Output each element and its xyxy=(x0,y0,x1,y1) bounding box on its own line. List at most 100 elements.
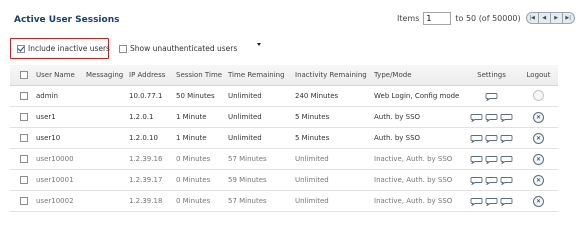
speech-bubble-icon[interactable] xyxy=(470,134,483,143)
row-checkbox[interactable] xyxy=(20,134,28,142)
speech-bubble-icon[interactable] xyxy=(485,155,498,164)
user-name-cell: user10002 xyxy=(34,190,84,212)
close-circle-icon[interactable]: ✕ xyxy=(533,195,544,207)
row-checkbox[interactable] xyxy=(20,92,28,100)
col-user-name[interactable]: User Name xyxy=(34,65,84,86)
prev-page-button[interactable]: ◀ xyxy=(539,13,551,23)
row-select-cell xyxy=(10,85,34,107)
speech-bubble-icon[interactable] xyxy=(485,176,498,185)
col-ip-address[interactable]: IP Address xyxy=(127,65,174,86)
row-select-cell xyxy=(10,106,34,128)
show-unauthenticated-option[interactable]: Show unauthenticated users xyxy=(119,44,237,53)
col-logout: Logout xyxy=(519,65,558,86)
sessions-table: User Name Messaging IP Address Session T… xyxy=(10,65,558,212)
settings-cell xyxy=(464,106,519,128)
row-checkbox[interactable] xyxy=(20,113,28,121)
table-row: admin 10.0.77.1 50 Minutes Unlimited 240 Min… xyxy=(10,85,558,107)
time-remaining-cell: Unlimited xyxy=(226,127,293,149)
settings-cell xyxy=(464,127,519,149)
type-mode-cell: Inactive, Auth. by SSO xyxy=(372,148,464,170)
first-page-button[interactable]: |◀ xyxy=(527,13,539,23)
messaging-cell xyxy=(84,127,127,149)
col-inactivity-remaining[interactable]: Inactivity Remaining xyxy=(293,65,372,86)
speech-bubble-icon[interactable] xyxy=(485,134,498,143)
pager-start-input[interactable] xyxy=(423,11,452,25)
time-remaining-cell: Unlimited xyxy=(226,106,293,128)
type-mode-cell: Web Login, Config mode xyxy=(372,85,464,107)
panel-title: Active User Sessions xyxy=(14,15,120,25)
show-unauthenticated-label: Show unauthenticated users xyxy=(130,44,238,53)
show-unauthenticated-checkbox[interactable] xyxy=(119,44,127,53)
logout-cell: ✕ xyxy=(519,127,558,149)
inactivity-remaining-cell: Unlimited xyxy=(293,148,372,170)
speech-bubble-icon[interactable] xyxy=(500,134,513,143)
settings-cell xyxy=(464,148,519,170)
ip-address-cell: 1.2.39.16 xyxy=(127,148,174,170)
close-circle-icon xyxy=(533,89,544,101)
speech-bubble-icon[interactable] xyxy=(500,176,513,185)
type-mode-cell: Inactive, Auth. by SSO xyxy=(372,169,464,191)
settings-cell xyxy=(464,85,519,107)
close-circle-icon[interactable]: ✕ xyxy=(533,132,544,144)
row-select-cell xyxy=(10,148,34,170)
table-header-row: User Name Messaging IP Address Session T… xyxy=(10,65,558,86)
col-time-remaining[interactable]: Time Remaining xyxy=(226,65,293,86)
speech-bubble-icon[interactable] xyxy=(500,113,513,122)
last-page-button[interactable]: ▶| xyxy=(563,13,574,23)
session-time-cell: 0 Minutes xyxy=(174,190,226,212)
user-name-cell: admin xyxy=(34,85,84,107)
messaging-cell xyxy=(84,169,127,191)
table-row: user10002 1.2.39.18 0 Minutes 57 Minutes Unl… xyxy=(10,190,558,212)
col-session-time[interactable]: Session Time xyxy=(174,65,226,86)
messaging-cell xyxy=(84,106,127,128)
caret-icon xyxy=(257,43,261,46)
settings-cell xyxy=(464,169,519,191)
logout-cell: ✕ xyxy=(519,190,558,212)
logout-cell: ✕ xyxy=(519,148,558,170)
session-time-cell: 0 Minutes xyxy=(174,148,226,170)
row-checkbox[interactable] xyxy=(20,155,28,163)
time-remaining-cell: 57 Minutes xyxy=(226,190,293,212)
speech-bubble-icon[interactable] xyxy=(485,92,498,101)
user-name-cell: user1 xyxy=(34,106,84,128)
pager-items-label: Items xyxy=(397,13,420,23)
row-checkbox[interactable] xyxy=(20,176,28,184)
table-row: user10001 1.2.39.17 0 Minutes 59 Minutes Unl… xyxy=(10,169,558,191)
ip-address-cell: 1.2.0.10 xyxy=(127,127,174,149)
speech-bubble-icon[interactable] xyxy=(470,155,483,164)
select-all-cell xyxy=(10,65,34,86)
close-circle-icon[interactable]: ✕ xyxy=(533,174,544,186)
row-select-cell xyxy=(10,127,34,149)
logout-cell: ✕ xyxy=(519,169,558,191)
close-circle-icon[interactable]: ✕ xyxy=(533,153,544,165)
select-all-checkbox[interactable] xyxy=(20,71,28,79)
pager-buttons: |◀ ◀ ▶ ▶| xyxy=(525,12,575,24)
messaging-cell xyxy=(84,85,127,107)
col-type-mode[interactable]: Type/Mode xyxy=(372,65,464,86)
speech-bubble-icon[interactable] xyxy=(500,197,513,206)
user-name-cell: user10001 xyxy=(34,169,84,191)
logout-cell xyxy=(519,85,558,107)
speech-bubble-icon[interactable] xyxy=(470,197,483,206)
ip-address-cell: 1.2.0.1 xyxy=(127,106,174,128)
close-circle-icon[interactable]: ✕ xyxy=(533,111,544,123)
include-inactive-option[interactable]: Include inactive users xyxy=(17,44,110,53)
table-row: user10 1.2.0.10 1 Minute Unlimited 5 Minutes… xyxy=(10,127,558,149)
speech-bubble-icon[interactable] xyxy=(500,155,513,164)
include-inactive-checkbox[interactable] xyxy=(17,44,25,53)
row-checkbox[interactable] xyxy=(20,197,28,205)
messaging-cell xyxy=(84,148,127,170)
table-row: user10000 1.2.39.16 0 Minutes 57 Minutes Unl… xyxy=(10,148,558,170)
speech-bubble-icon[interactable] xyxy=(485,197,498,206)
speech-bubble-icon[interactable] xyxy=(485,113,498,122)
speech-bubble-icon[interactable] xyxy=(470,176,483,185)
settings-cell xyxy=(464,190,519,212)
session-time-cell: 50 Minutes xyxy=(174,85,226,107)
row-select-cell xyxy=(10,190,34,212)
col-messaging[interactable]: Messaging xyxy=(84,65,127,86)
session-time-cell: 0 Minutes xyxy=(174,169,226,191)
next-page-button[interactable]: ▶ xyxy=(551,13,563,23)
table-row: user1 1.2.0.1 1 Minute Unlimited 5 Minutes Au… xyxy=(10,106,558,128)
speech-bubble-icon[interactable] xyxy=(470,113,483,122)
time-remaining-cell: 59 Minutes xyxy=(226,169,293,191)
